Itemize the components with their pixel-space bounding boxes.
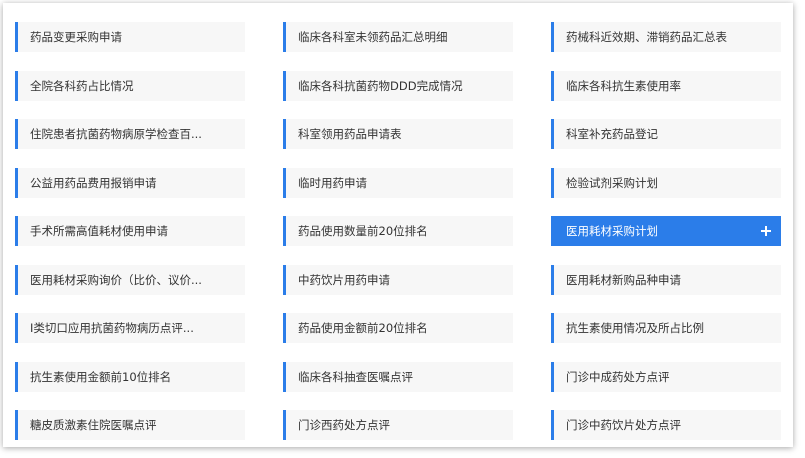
report-tile-label: 药品变更采购申请 [30, 30, 122, 44]
report-tile-label: 医用耗材采购计划 [566, 224, 658, 238]
report-tile-label: 中药饮片用药申请 [298, 272, 390, 287]
report-tile[interactable]: 公益用药品费用报销申请 [15, 167, 245, 198]
report-tile-label: 公益用药品费用报销申请 [30, 175, 157, 190]
report-tile-label: 药品使用数量前20位排名 [298, 224, 428, 238]
report-tile-label: 临床各科抗生素使用率 [566, 78, 681, 93]
report-tile-label: 科室领用药品申请表 [298, 127, 402, 141]
report-tile[interactable]: 临床各科室未领药品汇总明细 [283, 22, 513, 52]
report-tile-label: 抗生素使用情况及所占比例 [566, 321, 704, 335]
report-tile[interactable]: 全院各科药占比情况 [15, 70, 245, 101]
report-panel: 药品变更采购申请 临床各科室未领药品汇总明细 药械科近效期、滞销药品汇总表 全院… [3, 3, 793, 447]
report-tile-label: 门诊中成药处方点评 [566, 369, 670, 384]
report-tile[interactable]: 临床各科抽查医嘱点评 [283, 361, 513, 392]
report-tile[interactable]: 手术所需高值耗材使用申请 [15, 216, 245, 246]
report-tile[interactable]: I类切口应用抗菌药物病历点评... [15, 313, 245, 343]
report-tile[interactable]: 临时用药申请 [283, 167, 513, 198]
report-tile-label: 临床各科室未领药品汇总明细 [298, 30, 448, 44]
report-tile-label: 门诊中药饮片处方点评 [566, 418, 681, 432]
report-tile-label: 医用耗材新购品种申请 [566, 272, 681, 287]
report-tile-label: 临时用药申请 [298, 175, 367, 190]
report-tile-label: 药品使用金额前20位排名 [298, 321, 428, 335]
report-tile[interactable]: 药品使用金额前20位排名 [283, 313, 513, 343]
report-tile-label: 科室补充药品登记 [566, 127, 658, 141]
report-tile[interactable]: 科室领用药品申请表 [283, 119, 513, 149]
report-tile[interactable]: 抗生素使用情况及所占比例 [551, 313, 781, 343]
report-tile[interactable]: 临床各科抗菌药物DDD完成情况 [283, 70, 513, 101]
report-tile-label: 门诊西药处方点评 [298, 418, 390, 432]
report-tile-label: 临床各科抽查医嘱点评 [298, 369, 413, 384]
report-tile[interactable]: 抗生素使用金额前10位排名 [15, 361, 245, 392]
report-tile[interactable]: 医用耗材采购询价（比价、议价... [15, 264, 245, 295]
report-tile-label: 全院各科药占比情况 [30, 78, 134, 93]
report-tile-label: 检验试剂采购计划 [566, 175, 658, 190]
plus-icon[interactable] [761, 226, 771, 236]
report-tile[interactable]: 门诊西药处方点评 [283, 410, 513, 440]
report-tile[interactable]: 药品使用数量前20位排名 [283, 216, 513, 246]
report-tile[interactable]: 临床各科抗生素使用率 [551, 70, 781, 101]
report-tile-label: 医用耗材采购询价（比价、议价... [30, 272, 202, 287]
report-tile[interactable]: 住院患者抗菌药物病原学检查百... [15, 119, 245, 149]
report-tile[interactable]: 药品变更采购申请 [15, 22, 245, 52]
report-tile[interactable]: 药械科近效期、滞销药品汇总表 [551, 22, 781, 52]
report-tile-active[interactable]: 医用耗材采购计划 [551, 216, 781, 246]
report-tile-label: 住院患者抗菌药物病原学检查百... [30, 127, 202, 141]
report-tile-label: 手术所需高值耗材使用申请 [30, 224, 168, 238]
report-tile[interactable]: 糖皮质激素住院医嘱点评 [15, 410, 245, 440]
report-tile[interactable]: 门诊中成药处方点评 [551, 361, 781, 392]
report-tile[interactable]: 中药饮片用药申请 [283, 264, 513, 295]
report-tile-label: 糖皮质激素住院医嘱点评 [30, 418, 157, 432]
report-tile-label: 药械科近效期、滞销药品汇总表 [566, 30, 727, 44]
report-tile[interactable]: 医用耗材新购品种申请 [551, 264, 781, 295]
report-grid: 药品变更采购申请 临床各科室未领药品汇总明细 药械科近效期、滞销药品汇总表 全院… [15, 22, 784, 440]
report-tile-label: I类切口应用抗菌药物病历点评... [30, 321, 194, 335]
report-tile-label: 临床各科抗菌药物DDD完成情况 [298, 78, 463, 93]
report-tile[interactable]: 门诊中药饮片处方点评 [551, 410, 781, 440]
report-tile-label: 抗生素使用金额前10位排名 [30, 369, 172, 384]
report-tile[interactable]: 科室补充药品登记 [551, 119, 781, 149]
report-tile[interactable]: 检验试剂采购计划 [551, 167, 781, 198]
